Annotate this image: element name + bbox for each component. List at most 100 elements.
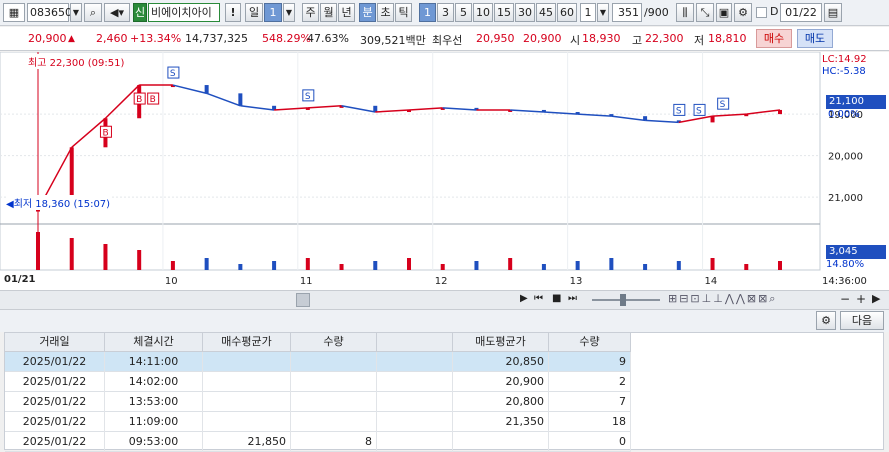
zoom-slider[interactable] [592, 299, 660, 301]
step-dropdown-icon[interactable]: ▼ [597, 3, 609, 22]
table-cell: 14:02:00 [105, 372, 203, 392]
date-check-label: D [770, 5, 779, 18]
minute-15[interactable]: 15 [494, 3, 514, 22]
sound-icon[interactable]: ◀▾ [104, 3, 130, 22]
col-buy-qty[interactable]: 수량 [291, 333, 377, 352]
zoom-out-icon[interactable]: − [840, 292, 850, 306]
calendar-icon[interactable]: ▤ [824, 3, 842, 22]
buy-button[interactable]: 매수 [756, 29, 792, 48]
volume-bar [103, 244, 108, 270]
sell-button[interactable]: 매도 [797, 29, 833, 48]
high-price: 22,300 [645, 32, 684, 45]
high-annotation: 최고 22,300 (09:51) [28, 54, 125, 69]
open-price: 18,930 [582, 32, 621, 45]
table-cell [291, 392, 377, 412]
table-cell: 14:11:00 [105, 352, 203, 372]
forward-icon[interactable]: ⏭ [568, 293, 577, 304]
minute-30[interactable]: 30 [515, 3, 535, 22]
table-cell: 21,350 [453, 412, 549, 432]
period-week[interactable]: 주 [302, 3, 319, 22]
step-input[interactable]: 1 [580, 3, 596, 22]
stock-type-icon[interactable]: ▦ [3, 3, 25, 22]
volume-bar [170, 261, 175, 270]
table-settings-icon[interactable]: ⚙ [816, 311, 836, 330]
save-icon[interactable]: ▣ [716, 3, 732, 22]
table-cell: 8 [291, 432, 377, 452]
period-year[interactable]: 년 [338, 3, 355, 22]
volume-bar [508, 258, 513, 270]
minute-3[interactable]: 3 [437, 3, 454, 22]
period-number[interactable]: 1 [264, 3, 282, 22]
next-button[interactable]: 다음 [840, 311, 884, 330]
col-trade-date[interactable]: 거래일 [5, 333, 105, 352]
col-buy-avg[interactable]: 매수평균가 [203, 333, 291, 352]
table-toolbar: ⚙ 다음 [0, 310, 889, 332]
volume-tag: 3,045 [826, 245, 886, 259]
volume-bar [643, 264, 648, 270]
line-tool-icon[interactable]: ⤡ [696, 3, 714, 22]
trade-marker: S [696, 106, 702, 116]
table-row[interactable]: 2025/01/22 14:02:00 20,900 2 [5, 372, 631, 392]
col-exec-time[interactable]: 체결시간 [105, 333, 203, 352]
table-cell: 2025/01/22 [5, 392, 105, 412]
warning-button[interactable]: ! [225, 3, 241, 22]
price-tag: 21,100 [826, 95, 886, 109]
scroll-end-icon[interactable]: ▶ [872, 292, 880, 305]
period-minute[interactable]: 분 [359, 3, 376, 22]
date-checkbox[interactable] [756, 7, 767, 18]
stock-code-input[interactable]: 083650 [27, 3, 72, 22]
table-row[interactable]: 2025/01/22 14:11:00 20,850 9 [5, 352, 631, 372]
volume-bar [676, 261, 681, 270]
drawing-tools-icon[interactable]: ⊞⊟⊡⊥⊥⋀⋀⊠⊠⌕ [668, 292, 777, 306]
scroll-thumb[interactable] [296, 293, 310, 307]
trade-marker: S [305, 92, 311, 102]
minute-60[interactable]: 60 [557, 3, 577, 22]
col-sell-qty[interactable]: 수량 [549, 333, 631, 352]
scroll-right-icon[interactable]: ▶ [520, 293, 528, 304]
candle-type-icon[interactable]: ⫼ [676, 3, 694, 22]
minute-10[interactable]: 10 [473, 3, 493, 22]
zoom-slider-handle[interactable] [620, 294, 626, 306]
volume-bar [36, 232, 40, 270]
volume-bar [339, 264, 344, 270]
rewind-icon[interactable]: ⏮ [534, 293, 543, 304]
search-icon[interactable]: ⌕ [84, 3, 102, 22]
table-row[interactable]: 2025/01/22 11:09:00 21,350 18 [5, 412, 631, 432]
chart-scrollbar[interactable]: ▶ ⏮ ■ ⏭ ⊞⊟⊡⊥⊥⋀⋀⊠⊠⌕ − + ▶ [0, 290, 889, 310]
volume-bar [137, 250, 142, 270]
trade-marker: S [170, 69, 176, 79]
trade-marker: B [150, 95, 156, 105]
period-second[interactable]: 초 [377, 3, 394, 22]
table-cell [377, 432, 453, 452]
table-cell [377, 372, 453, 392]
table-row[interactable]: 2025/01/22 13:53:00 20,800 7 [5, 392, 631, 412]
period-dropdown-icon[interactable]: ▼ [283, 3, 295, 22]
table-cell: 2025/01/22 [5, 432, 105, 452]
table-cell: 20,800 [453, 392, 549, 412]
volume-ratio: 548.29% [262, 32, 311, 45]
table-row[interactable]: 2025/01/22 09:53:00 21,850 8 0 [5, 432, 631, 452]
volume-percent-tag: 14.80% [826, 259, 865, 270]
stop-icon[interactable]: ■ [552, 293, 561, 304]
period-tick[interactable]: 틱 [395, 3, 412, 22]
period-day-button[interactable]: 일 [245, 3, 263, 22]
volume-bar [744, 264, 749, 270]
minute-45[interactable]: 45 [536, 3, 556, 22]
count-input[interactable]: 351 [612, 3, 642, 22]
minute-1[interactable]: 1 [419, 3, 436, 22]
low-annotation-text: 최저 18,360 (15:07) [13, 199, 111, 210]
price-chart[interactable]: 21,000 20,000 19,000 10 11 12 13 14 B B B S S S S S 최고 … [0, 51, 889, 290]
volume-bar [474, 261, 479, 270]
col-sell-avg[interactable]: 매도평균가 [453, 333, 549, 352]
minute-5[interactable]: 5 [455, 3, 472, 22]
code-dropdown-icon[interactable]: ▼ [70, 3, 82, 22]
credit-badge: 신 [133, 3, 147, 22]
chart-canvas[interactable]: 21,00020,00019,00010 11 12 13 14BB BSSS SS [0, 51, 889, 290]
date-input[interactable]: 01/22 [780, 3, 822, 22]
zoom-in-icon[interactable]: + [856, 292, 866, 306]
y-tick-label: 20,000 [828, 152, 863, 163]
period-month[interactable]: 월 [320, 3, 337, 22]
gear-icon[interactable]: ⚙ [734, 3, 752, 22]
x-date-label: 01/21 [4, 274, 36, 285]
table-cell: 11:09:00 [105, 412, 203, 432]
